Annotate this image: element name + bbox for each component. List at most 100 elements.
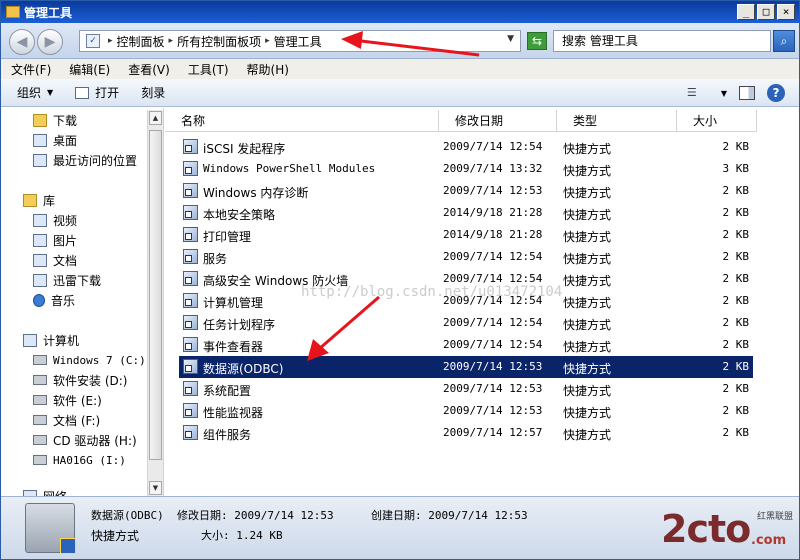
arrow-left-icon: ◀ [16, 34, 28, 50]
column-header-size[interactable]: 大小 [677, 110, 757, 132]
file-type: 快捷方式 [563, 208, 612, 222]
preview-pane-icon[interactable] [739, 86, 755, 100]
sidebar-item-drive-d[interactable]: 软件安装 (D:) [33, 370, 127, 390]
chevron-down-icon[interactable]: ▼ [507, 34, 514, 44]
menu-file[interactable]: 文件(F) [11, 61, 51, 78]
address-bar[interactable]: ✓ ▸ 控制面板 ▸ 所有控制面板项 ▸ 管理工具 ▼ [79, 30, 521, 52]
file-row[interactable]: iSCSI 发起程序 2009/7/14 12:54 快捷方式 2 KB [179, 136, 753, 158]
refresh-button[interactable]: ⇆ [527, 32, 547, 50]
close-button[interactable]: × [777, 4, 795, 20]
breadcrumb-admin-tools[interactable]: 管理工具 [274, 33, 322, 50]
file-row[interactable]: 组件服务 2009/7/14 12:57 快捷方式 2 KB [179, 422, 753, 444]
recent-places-icon [33, 153, 47, 167]
detail-name: 数据源(ODBC) [91, 509, 164, 522]
file-row[interactable]: 高级安全 Windows 防火墙 2009/7/14 12:54 快捷方式 2 KB [179, 268, 753, 290]
sidebar-item-documents[interactable]: 文档 [33, 250, 77, 270]
file-row[interactable]: Windows PowerShell Modules 2009/7/14 13:3… [179, 158, 753, 180]
file-type: 快捷方式 [563, 340, 612, 354]
menu-tools[interactable]: 工具(T) [188, 61, 229, 78]
file-row[interactable]: 计算机管理 2009/7/14 12:54 快捷方式 2 KB [179, 290, 753, 312]
menu-help[interactable]: 帮助(H) [247, 61, 289, 78]
navigation-scrollbar[interactable]: ▲ ▼ [147, 110, 163, 496]
shortcut-icon [183, 359, 198, 374]
folder-icon [6, 6, 20, 18]
sidebar-item-drive-f[interactable]: 文档 (F:) [33, 410, 100, 430]
breadcrumb-control-panel[interactable]: 控制面板 [117, 33, 165, 50]
sidebar-item-drive-h[interactable]: CD 驱动器 (H:) [33, 430, 137, 450]
back-button[interactable]: ◀ [9, 29, 35, 55]
video-icon [33, 213, 47, 227]
shortcut-icon [183, 315, 198, 330]
sidebar-item-label: 计算机 [43, 333, 80, 348]
sidebar-item-computer[interactable]: 计算机 [23, 330, 79, 350]
file-type: 快捷方式 [563, 252, 612, 266]
view-options-icon[interactable]: ☰ [687, 86, 703, 100]
burn-label: 刻录 [141, 86, 166, 100]
sidebar-item-label: 图片 [53, 233, 78, 248]
file-row[interactable]: 事件查看器 2009/7/14 12:54 快捷方式 2 KB [179, 334, 753, 356]
organize-button[interactable]: 组织 ▼ [17, 84, 53, 101]
file-date: 2009/7/14 12:53 [443, 360, 543, 373]
sidebar-item-drive-c[interactable]: Windows 7 (C:) [33, 350, 146, 370]
file-row-selected[interactable]: 数据源(ODBC) 2009/7/14 12:53 快捷方式 2 KB [179, 356, 753, 378]
file-row[interactable]: 系统配置 2009/7/14 12:53 快捷方式 2 KB [179, 378, 753, 400]
sidebar-item-desktop[interactable]: 桌面 [33, 130, 77, 150]
file-name: 系统配置 [203, 384, 252, 398]
file-size: 2 KB [722, 184, 750, 197]
column-header-date[interactable]: 修改日期 [439, 110, 557, 132]
drive-icon [33, 395, 47, 405]
forward-button[interactable]: ▶ [37, 29, 63, 55]
shortcut-icon [183, 139, 198, 154]
sidebar-item-downloads[interactable]: 下载 [33, 110, 77, 130]
explorer-window: 管理工具 _ □ × ◀ ▶ ✓ ▸ 控制面板 ▸ 所有控制面板项 ▸ 管理工具… [0, 0, 800, 560]
minimize-button[interactable]: _ [737, 4, 755, 20]
breadcrumb-all-items[interactable]: 所有控制面板项 [177, 33, 261, 50]
sidebar-item-videos[interactable]: 视频 [33, 210, 77, 230]
breadcrumb-chevron-icon[interactable]: ▸ [265, 36, 270, 46]
sidebar-item-libraries[interactable]: 库 [23, 190, 55, 210]
scroll-down-icon[interactable]: ▼ [149, 481, 162, 495]
file-row[interactable]: Windows 内存诊断 2009/7/14 12:53 快捷方式 2 KB [179, 180, 753, 202]
file-row[interactable]: 打印管理 2014/9/18 21:28 快捷方式 2 KB [179, 224, 753, 246]
open-button[interactable]: 打开 [75, 84, 119, 101]
breadcrumb-chevron-icon[interactable]: ▸ [108, 36, 113, 46]
file-row[interactable]: 任务计划程序 2009/7/14 12:54 快捷方式 2 KB [179, 312, 753, 334]
file-type: 快捷方式 [563, 142, 612, 156]
sidebar-item-music[interactable]: 音乐 [33, 290, 75, 310]
file-date: 2009/7/14 12:54 [443, 272, 543, 285]
menu-view[interactable]: 查看(V) [128, 61, 170, 78]
sidebar-item-thunder-downloads[interactable]: 迅雷下载 [33, 270, 101, 290]
sidebar-item-pictures[interactable]: 图片 [33, 230, 77, 250]
help-icon[interactable]: ? [767, 84, 785, 102]
file-type: 快捷方式 [563, 296, 612, 310]
file-row[interactable]: 服务 2009/7/14 12:54 快捷方式 2 KB [179, 246, 753, 268]
navigation-pane: 下载 桌面 最近访问的位置 库 视频 图片 文档 迅雷下载 音乐 计算机 Win… [1, 108, 164, 496]
search-button[interactable]: ⌕ [773, 30, 795, 52]
shortcut-icon [183, 403, 198, 418]
breadcrumb-chevron-icon[interactable]: ▸ [169, 36, 174, 46]
menu-edit[interactable]: 编辑(E) [69, 61, 110, 78]
file-row[interactable]: 性能监视器 2009/7/14 12:53 快捷方式 2 KB [179, 400, 753, 422]
title-bar[interactable]: 管理工具 _ □ × [1, 1, 799, 23]
file-size: 2 KB [722, 228, 750, 241]
windows-drive-icon [33, 355, 47, 365]
scroll-thumb[interactable] [149, 130, 162, 460]
file-row[interactable]: 本地安全策略 2014/9/18 21:28 快捷方式 2 KB [179, 202, 753, 224]
arrow-right-icon: ▶ [44, 34, 56, 50]
sidebar-item-recent[interactable]: 最近访问的位置 [33, 150, 137, 170]
column-header-type[interactable]: 类型 [557, 110, 677, 132]
sidebar-item-drive-e[interactable]: 软件 (E:) [33, 390, 102, 410]
sidebar-item-network[interactable]: 网络 [23, 486, 67, 496]
search-input[interactable]: 搜索 管理工具 [553, 30, 771, 52]
column-header-name[interactable]: 名称 [165, 110, 439, 132]
odbc-shortcut-icon [25, 503, 76, 554]
scroll-up-icon[interactable]: ▲ [149, 111, 162, 125]
maximize-button[interactable]: □ [757, 4, 775, 20]
shortcut-icon [183, 183, 198, 198]
burn-button[interactable]: 刻录 [141, 84, 165, 101]
shortcut-icon [183, 425, 198, 440]
sidebar-item-label: Windows 7 (C:) [53, 353, 146, 367]
downloads-folder-icon [33, 113, 47, 127]
sidebar-item-drive-i[interactable]: HA016G (I:) [33, 450, 126, 470]
caret-down-icon[interactable]: ▼ [721, 89, 727, 98]
